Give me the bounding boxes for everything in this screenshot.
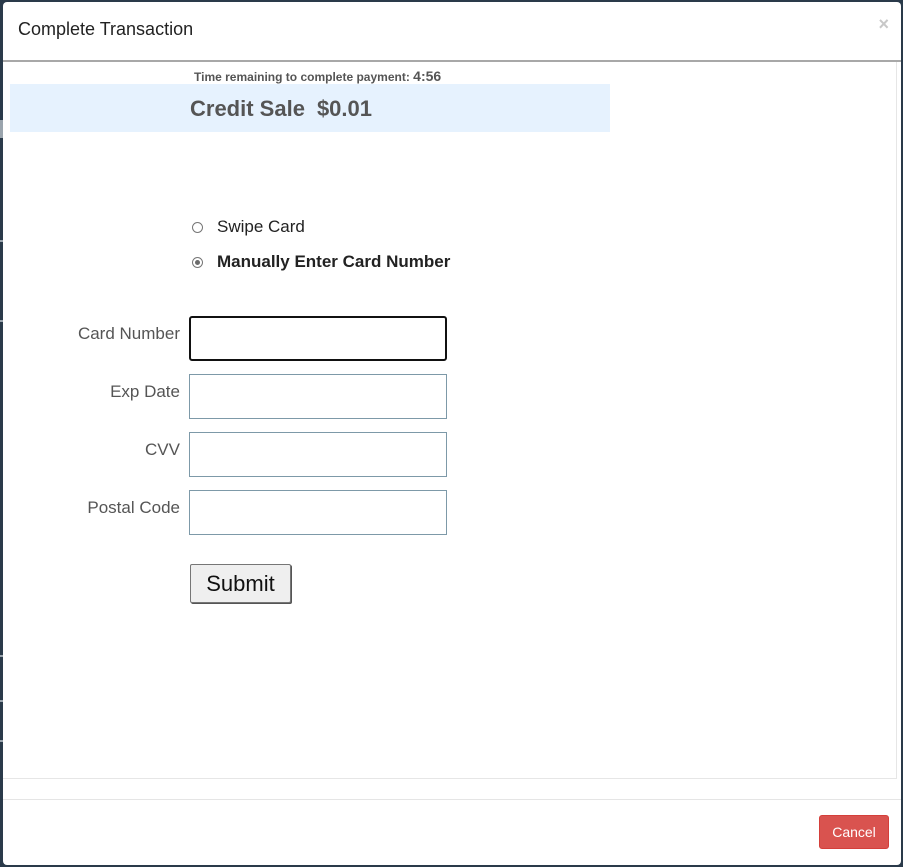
postal-code-label: Postal Code bbox=[87, 498, 180, 517]
modal-title: Complete Transaction bbox=[18, 19, 194, 39]
exp-date-label: Exp Date bbox=[110, 382, 180, 401]
manual-entry-label[interactable]: Manually Enter Card Number bbox=[217, 252, 450, 272]
sale-title: Credit Sale $0.01 bbox=[190, 96, 372, 122]
modal-header: Complete Transaction × bbox=[3, 2, 901, 62]
modal-body: Time remaining to complete payment: 4:56… bbox=[3, 62, 897, 779]
sale-type: Credit Sale bbox=[190, 96, 305, 121]
submit-button[interactable]: Submit bbox=[190, 564, 291, 603]
sale-amount: $0.01 bbox=[316, 96, 372, 121]
timer-value: 4:56 bbox=[413, 68, 442, 84]
payment-timer: Time remaining to complete payment: 4:56 bbox=[194, 68, 441, 84]
cvv-label: CVV bbox=[145, 440, 180, 459]
sale-summary-band: Credit Sale $0.01 bbox=[10, 84, 610, 132]
card-number-label: Card Number bbox=[77, 324, 180, 343]
swipe-card-label[interactable]: Swipe Card bbox=[217, 217, 305, 237]
radio-option-manual-entry[interactable]: Manually Enter Card Number bbox=[192, 252, 450, 272]
radio-option-swipe-card[interactable]: Swipe Card bbox=[192, 217, 305, 237]
cvv-input[interactable] bbox=[189, 432, 447, 477]
exp-date-input[interactable] bbox=[189, 374, 447, 419]
postal-code-input[interactable] bbox=[189, 490, 447, 535]
manual-entry-radio[interactable] bbox=[192, 256, 203, 268]
swipe-card-radio[interactable] bbox=[192, 221, 203, 233]
complete-transaction-modal: Complete Transaction × Time remaining to… bbox=[3, 2, 901, 865]
card-number-input[interactable] bbox=[189, 316, 447, 361]
timer-label: Time remaining to complete payment: bbox=[194, 70, 410, 84]
cancel-button[interactable]: Cancel bbox=[819, 815, 889, 849]
modal-footer: Cancel bbox=[3, 799, 901, 864]
close-icon[interactable]: × bbox=[878, 14, 889, 35]
